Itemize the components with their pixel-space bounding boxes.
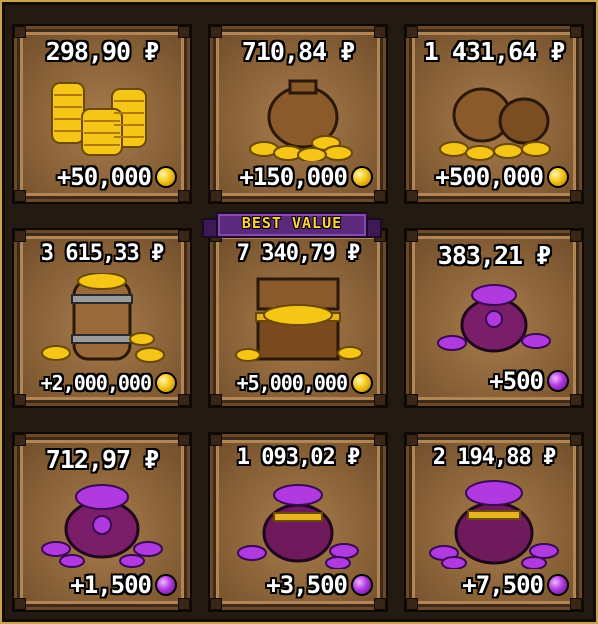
offer-card-1[interactable]: 298,90 ₽ +50,000: [12, 24, 192, 204]
card-corner: [406, 598, 418, 610]
gem-icon: [351, 574, 373, 596]
offer-amount-value: +3,500: [266, 571, 348, 599]
offer-amount: +2,000,000: [41, 371, 177, 395]
offer-amount: +150,000: [239, 163, 373, 191]
card-corner: [570, 598, 582, 610]
coin-barrel-icon: [31, 272, 173, 365]
offer-amount-value: +500,000: [435, 163, 544, 191]
gold-coin-icon: [155, 372, 177, 394]
gem-icon: [547, 370, 569, 392]
gold-coin-icon: [547, 166, 569, 188]
offer-amount: +1,500: [70, 571, 177, 599]
treasure-chest-icon: [227, 273, 369, 365]
card-corner: [178, 394, 190, 406]
card-corner: [570, 190, 582, 202]
offer-card-7[interactable]: 712,97 ₽ +1,500: [12, 432, 192, 612]
gold-coin-icon: [351, 372, 373, 394]
offer-price: 383,21 ₽: [437, 241, 551, 270]
offer-grid: 298,90 ₽ +50,000 710,84 ₽ +150,000 1 431…: [12, 24, 590, 622]
card-corner: [374, 394, 386, 406]
gem-pouch-icon: [423, 273, 565, 365]
offer-amount: +50,000: [57, 163, 177, 191]
coin-sack-icon: [227, 69, 369, 163]
offer-price: 7 340,79 ₽: [236, 241, 360, 266]
offer-amount: +500: [489, 367, 569, 395]
offer-price: 2 194,88 ₽: [432, 445, 556, 470]
offer-price: 1 093,02 ₽: [236, 445, 360, 470]
card-corner: [570, 394, 582, 406]
offer-price: 710,84 ₽: [241, 37, 355, 66]
card-corner: [210, 598, 222, 610]
card-corner: [374, 190, 386, 202]
offer-amount: +3,500: [266, 571, 373, 599]
gem-icon: [155, 574, 177, 596]
card-corner: [14, 394, 26, 406]
shop-panel: 298,90 ₽ +50,000 710,84 ₽ +150,000 1 431…: [0, 0, 598, 624]
offer-amount-value: +1,500: [70, 571, 152, 599]
gem-icon: [547, 574, 569, 596]
gold-coin-icon: [351, 166, 373, 188]
offer-price: 3 615,33 ₽: [40, 241, 164, 266]
card-corner: [374, 598, 386, 610]
gem-sack-icon: [227, 477, 369, 570]
best-value-label: BEST VALUE: [241, 214, 343, 232]
offer-amount-value: +500: [489, 367, 544, 395]
offer-amount-value: +50,000: [56, 163, 152, 191]
coin-sacks-icon: [423, 69, 565, 161]
gem-sack-large-icon: [423, 477, 565, 570]
card-corner: [210, 394, 222, 406]
offer-price: 298,90 ₽: [45, 37, 159, 66]
offer-card-2[interactable]: 710,84 ₽ +150,000: [208, 24, 388, 204]
best-value-badge: BEST VALUE: [202, 210, 382, 238]
offer-amount: +5,000,000: [237, 371, 373, 395]
offer-card-6[interactable]: 383,21 ₽ +500: [404, 228, 584, 408]
card-corner: [14, 598, 26, 610]
offer-amount-value: +150,000: [239, 163, 348, 191]
offer-card-8[interactable]: 1 093,02 ₽ +3,500: [208, 432, 388, 612]
offer-price: 712,97 ₽: [45, 445, 159, 474]
gold-coin-icon: [155, 166, 177, 188]
offer-amount-value: +2,000,000: [40, 371, 152, 395]
card-corner: [14, 190, 26, 202]
offer-amount: +7,500: [462, 571, 569, 599]
card-corner: [210, 190, 222, 202]
offer-card-5[interactable]: 7 340,79 ₽ +5,000,000: [208, 228, 388, 408]
offer-card-3[interactable]: 1 431,64 ₽ +500,000: [404, 24, 584, 204]
card-corner: [178, 598, 190, 610]
offer-amount-value: +5,000,000: [236, 371, 348, 395]
gem-pouch-large-icon: [31, 477, 173, 569]
offer-card-4[interactable]: 3 615,33 ₽ +2,000,000: [12, 228, 192, 408]
coin-stacks-icon: [31, 69, 173, 161]
card-corner: [178, 190, 190, 202]
offer-card-9[interactable]: 2 194,88 ₽ +7,500: [404, 432, 584, 612]
offer-amount-value: +7,500: [462, 571, 544, 599]
card-corner: [406, 190, 418, 202]
card-corner: [406, 394, 418, 406]
offer-amount: +500,000: [435, 163, 569, 191]
offer-price: 1 431,64 ₽: [423, 37, 566, 66]
